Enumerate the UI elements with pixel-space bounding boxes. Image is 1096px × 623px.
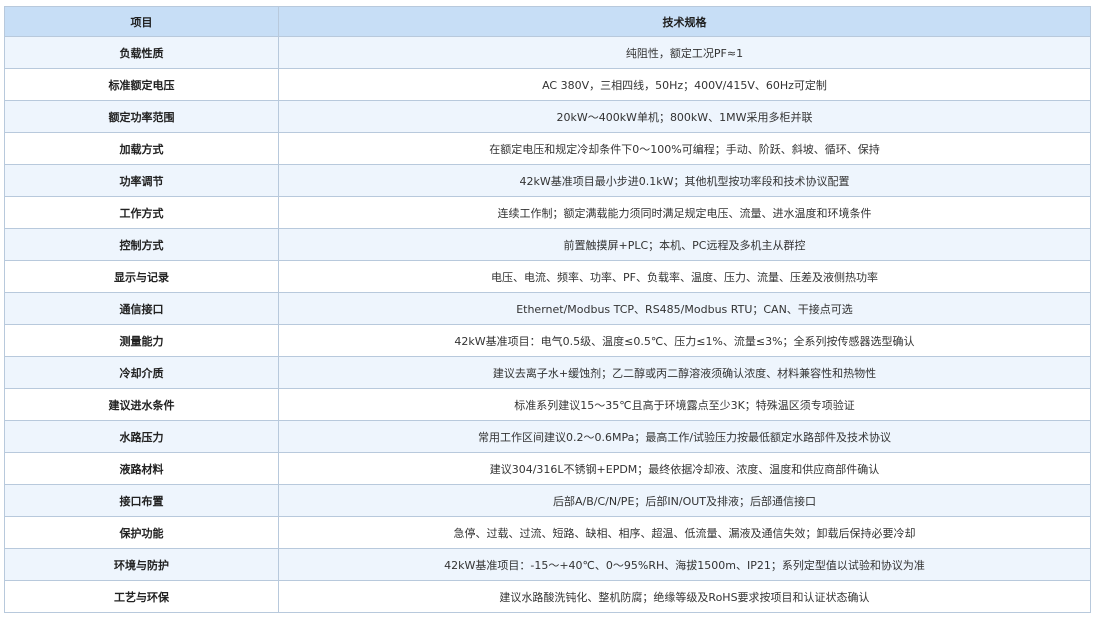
table-row: 液路材料 建议304/316L不锈钢+EPDM；最终依据冷却液、浓度、温度和供应商…	[4, 452, 1091, 485]
spec-table: 项目 技术规格 负载性质 纯阻性，额定工况PF≈1 标准额定电压 AC 380V，三…	[4, 6, 1091, 613]
row-spec: AC 380V，三相四线，50Hz；400V/415V、60Hz可定制	[278, 68, 1091, 101]
table-row: 保护功能 急停、过载、过流、短路、缺相、相序、超温、低流量、漏液及通信失效；卸载后…	[4, 516, 1091, 549]
table-row: 功率调节 42kW基准项目最小步进0.1kW；其他机型按功率段和技术协议配置	[4, 164, 1091, 197]
table-row: 环境与防护 42kW基准项目：-15～+40℃、0～95%RH、海拔1500m、I…	[4, 548, 1091, 581]
row-item: 额定功率范围	[4, 100, 279, 133]
row-item: 水路压力	[4, 420, 279, 453]
table-row: 显示与记录 电压、电流、频率、功率、PF、负载率、温度、压力、流量、压差及液侧热功…	[4, 260, 1091, 293]
table-row: 建议进水条件 标准系列建议15～35℃且高于环境露点至少3K；特殊温区须专项验证	[4, 388, 1091, 421]
table-row: 冷却介质 建议去离子水+缓蚀剂；乙二醇或丙二醇溶液须确认浓度、材料兼容性和热物性	[4, 356, 1091, 389]
table-row: 负载性质 纯阻性，额定工况PF≈1	[4, 36, 1091, 69]
row-spec: 42kW基准项目最小步进0.1kW；其他机型按功率段和技术协议配置	[278, 164, 1091, 197]
row-spec: 42kW基准项目：-15～+40℃、0～95%RH、海拔1500m、IP21；系…	[278, 548, 1091, 581]
row-item: 负载性质	[4, 36, 279, 69]
table-row: 水路压力 常用工作区间建议0.2～0.6MPa；最高工作/试验压力按最低额定水路部…	[4, 420, 1091, 453]
row-item: 建议进水条件	[4, 388, 279, 421]
row-spec: 建议去离子水+缓蚀剂；乙二醇或丙二醇溶液须确认浓度、材料兼容性和热物性	[278, 356, 1091, 389]
row-item: 控制方式	[4, 228, 279, 261]
row-item: 保护功能	[4, 516, 279, 549]
table-row: 工作方式 连续工作制；额定满载能力须同时满足规定电压、流量、进水温度和环境条件	[4, 196, 1091, 229]
row-spec: 常用工作区间建议0.2～0.6MPa；最高工作/试验压力按最低额定水路部件及技术…	[278, 420, 1091, 453]
table-row: 加载方式 在额定电压和规定冷却条件下0～100%可编程；手动、阶跃、斜坡、循环、保…	[4, 132, 1091, 165]
row-item: 环境与防护	[4, 548, 279, 581]
row-item: 工艺与环保	[4, 580, 279, 613]
row-spec: Ethernet/Modbus TCP、RS485/Modbus RTU；CAN…	[278, 292, 1091, 325]
spec-table-header: 项目 技术规格	[4, 6, 1091, 37]
header-item: 项目	[4, 6, 279, 37]
spec-table-body: 负载性质 纯阻性，额定工况PF≈1 标准额定电压 AC 380V，三相四线，50Hz…	[4, 36, 1091, 613]
table-row: 工艺与环保 建议水路酸洗钝化、整机防腐；绝缘等级及RoHS要求按项目和认证状态确认	[4, 580, 1091, 613]
table-row: 接口布置 后部A/B/C/N/PE；后部IN/OUT及排液；后部通信接口	[4, 484, 1091, 517]
table-row: 额定功率范围 20kW～400kW单机；800kW、1MW采用多柜并联	[4, 100, 1091, 133]
row-spec: 后部A/B/C/N/PE；后部IN/OUT及排液；后部通信接口	[278, 484, 1091, 517]
row-item: 接口布置	[4, 484, 279, 517]
row-spec: 建议水路酸洗钝化、整机防腐；绝缘等级及RoHS要求按项目和认证状态确认	[278, 580, 1091, 613]
row-spec: 电压、电流、频率、功率、PF、负载率、温度、压力、流量、压差及液侧热功率	[278, 260, 1091, 293]
header-spec: 技术规格	[278, 6, 1091, 37]
row-item: 加载方式	[4, 132, 279, 165]
row-item: 冷却介质	[4, 356, 279, 389]
row-spec: 在额定电压和规定冷却条件下0～100%可编程；手动、阶跃、斜坡、循环、保持	[278, 132, 1091, 165]
table-row: 控制方式 前置触摸屏+PLC；本机、PC远程及多机主从群控	[4, 228, 1091, 261]
row-spec: 连续工作制；额定满载能力须同时满足规定电压、流量、进水温度和环境条件	[278, 196, 1091, 229]
table-row: 测量能力 42kW基准项目：电气0.5级、温度≤0.5℃、压力≤1%、流量≤3%；…	[4, 324, 1091, 357]
row-item: 通信接口	[4, 292, 279, 325]
row-item: 功率调节	[4, 164, 279, 197]
table-row: 标准额定电压 AC 380V，三相四线，50Hz；400V/415V、60Hz可定…	[4, 68, 1091, 101]
row-spec: 前置触摸屏+PLC；本机、PC远程及多机主从群控	[278, 228, 1091, 261]
row-item: 工作方式	[4, 196, 279, 229]
row-spec: 42kW基准项目：电气0.5级、温度≤0.5℃、压力≤1%、流量≤3%；全系列按…	[278, 324, 1091, 357]
row-item: 显示与记录	[4, 260, 279, 293]
row-spec: 20kW～400kW单机；800kW、1MW采用多柜并联	[278, 100, 1091, 133]
header-row: 项目 技术规格	[4, 6, 1091, 37]
row-spec: 急停、过载、过流、短路、缺相、相序、超温、低流量、漏液及通信失效；卸载后保持必要…	[278, 516, 1091, 549]
row-item: 标准额定电压	[4, 68, 279, 101]
row-spec: 标准系列建议15～35℃且高于环境露点至少3K；特殊温区须专项验证	[278, 388, 1091, 421]
row-item: 测量能力	[4, 324, 279, 357]
row-spec: 纯阻性，额定工况PF≈1	[278, 36, 1091, 69]
row-spec: 建议304/316L不锈钢+EPDM；最终依据冷却液、浓度、温度和供应商部件确认	[278, 452, 1091, 485]
row-item: 液路材料	[4, 452, 279, 485]
table-row: 通信接口 Ethernet/Modbus TCP、RS485/Modbus RTU…	[4, 292, 1091, 325]
spec-table-container: 项目 技术规格 负载性质 纯阻性，额定工况PF≈1 标准额定电压 AC 380V，三…	[4, 6, 1091, 613]
